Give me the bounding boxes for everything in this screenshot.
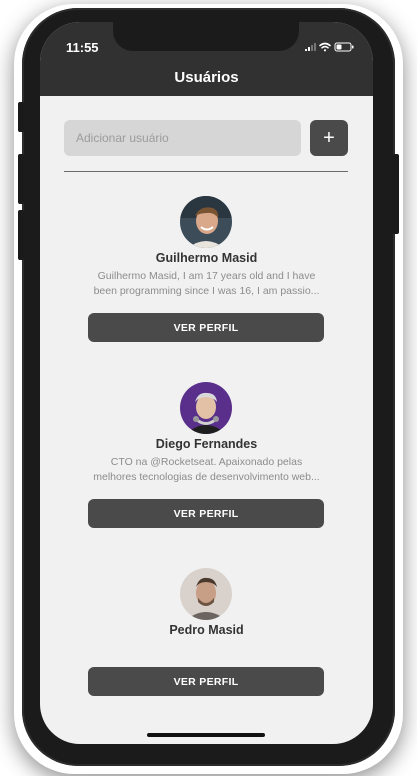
user-bio: Guilhermo Masid, I am 17 years old and I… [93,270,320,297]
page-title: Usuários [174,69,239,86]
wifi-icon [319,42,331,52]
mute-switch [18,102,24,132]
status-time: 11:55 [66,40,99,55]
user-name: Diego Fernandes [155,437,258,451]
volume-down-button [18,210,24,260]
home-indicator[interactable] [147,733,265,737]
volume-up-button [18,154,24,204]
view-profile-button[interactable]: VER PERFIL [88,667,324,696]
avatar [180,568,232,620]
avatar-photo [180,196,232,248]
user-bio: CTO na @Rocketseat. Apaixonado pelas mel… [93,456,320,483]
view-profile-button[interactable]: VER PERFIL [88,313,324,342]
avatar-photo [180,568,232,620]
battery-icon [334,42,354,52]
status-icons [305,42,354,52]
navigation-bar: 11:55 Usuários [40,22,373,96]
avatar [180,382,232,434]
user-name: Guilhermo Masid [155,251,258,265]
power-button [393,154,399,234]
user-name: Pedro Masid [169,623,244,637]
add-user-button[interactable]: + [310,120,348,156]
divider [64,171,348,172]
view-profile-button[interactable]: VER PERFIL [88,499,324,528]
app-screen: 11:55 Usuários + [40,22,373,744]
avatar [180,196,232,248]
notch [113,22,299,51]
add-user-input[interactable] [64,120,301,156]
signal-icon [305,43,316,51]
avatar-photo [180,382,232,434]
